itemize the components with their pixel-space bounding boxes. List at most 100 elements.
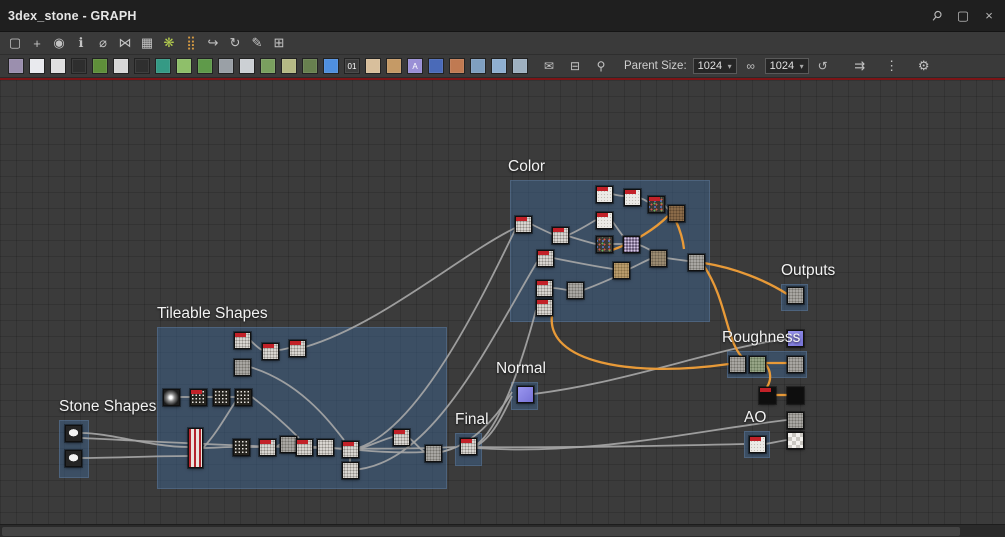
pixel-processor-icon[interactable]: 01	[344, 58, 360, 74]
parent-width-dropdown[interactable]: 1024 ▾	[692, 58, 737, 74]
palette-dots-icon[interactable]: ⣿	[182, 34, 200, 52]
graph-node-white[interactable]	[596, 186, 613, 203]
graph-node-gray[interactable]	[567, 282, 584, 299]
graph-node-colornoise[interactable]	[596, 236, 613, 253]
graph-node-colornoise[interactable]	[648, 196, 665, 213]
fx-map-icon[interactable]	[428, 58, 444, 74]
connector-icon[interactable]: ↪	[204, 34, 222, 52]
bitmap-icon[interactable]	[8, 58, 24, 74]
graph-node-brown2[interactable]	[650, 250, 667, 267]
graph-node-checker[interactable]	[787, 432, 804, 449]
graph-node-noisegreen[interactable]	[749, 356, 766, 373]
camera-icon[interactable]: ◉	[50, 34, 68, 52]
blur-icon[interactable]	[50, 58, 66, 74]
graph-node-gray[interactable]	[280, 436, 297, 453]
graph-node-white[interactable]	[596, 212, 613, 229]
warp-icon[interactable]	[260, 58, 276, 74]
info-icon[interactable]: ℹ	[72, 34, 90, 52]
frame-icon[interactable]: ⊟	[566, 57, 584, 75]
sharpen-icon[interactable]	[134, 58, 150, 74]
gear-icon[interactable]: ⚙	[915, 57, 933, 75]
uniform-color-icon[interactable]	[386, 58, 402, 74]
graph-node-gray[interactable]	[787, 356, 804, 373]
directional-warp-icon[interactable]	[197, 58, 213, 74]
search-icon[interactable]: ⌀	[94, 34, 112, 52]
graph-node-gray[interactable]	[787, 412, 804, 429]
graph-node-gray[interactable]	[234, 359, 251, 376]
svg-icon[interactable]	[29, 58, 45, 74]
passthrough-icon[interactable]	[491, 58, 507, 74]
curvature-icon[interactable]	[449, 58, 465, 74]
graph-node-noise[interactable]	[296, 439, 313, 456]
graph-node-glowdot[interactable]	[163, 389, 180, 406]
graph-node-noise[interactable]	[536, 280, 553, 297]
graph-node-gray[interactable]	[787, 287, 804, 304]
rotate-icon[interactable]: ↻	[226, 34, 244, 52]
graph-node-noise[interactable]	[342, 441, 359, 458]
reset-size-icon[interactable]: ↺	[815, 59, 831, 73]
comment-icon[interactable]: ✉	[540, 57, 558, 75]
curve-icon[interactable]	[92, 58, 108, 74]
grayscale-conversion-icon[interactable]	[281, 58, 297, 74]
close-icon[interactable]: ×	[981, 8, 997, 24]
graph-node-gray[interactable]	[425, 445, 442, 462]
directional-blur-icon[interactable]	[71, 58, 87, 74]
graph-node-brown[interactable]	[668, 205, 685, 222]
graph-node-white[interactable]	[624, 189, 641, 206]
graph-node-tan[interactable]	[613, 262, 630, 279]
pin-node-icon[interactable]: ⚲	[592, 57, 610, 75]
emboss-icon[interactable]	[239, 58, 255, 74]
marquee-select-icon[interactable]: ▢	[6, 34, 24, 52]
graph-node-gray[interactable]	[729, 356, 746, 373]
transformation-icon[interactable]	[365, 58, 381, 74]
graph-node-normalmap[interactable]	[787, 330, 804, 347]
graph-node-noise[interactable]	[515, 216, 532, 233]
graph-node-noise[interactable]	[393, 429, 410, 446]
normal-icon[interactable]	[323, 58, 339, 74]
graph-node-white[interactable]	[749, 436, 766, 453]
graph-node-noise[interactable]	[317, 439, 334, 456]
graph-node-speckle[interactable]	[190, 389, 207, 406]
image-frame-icon[interactable]: ⊞	[270, 34, 288, 52]
text-icon[interactable]: A	[407, 58, 423, 74]
pencil-icon[interactable]: ✎	[248, 34, 266, 52]
hsl-icon[interactable]	[302, 58, 318, 74]
double-chevron-icon[interactable]: ⇉	[851, 57, 869, 75]
move-tool-icon[interactable]: +	[28, 34, 46, 52]
graph-node-blob[interactable]	[65, 425, 82, 442]
vertical-dots-icon[interactable]: ⋮	[883, 57, 901, 75]
graph-node-colornoise2[interactable]	[623, 236, 640, 253]
graph-node-gray[interactable]	[688, 254, 705, 271]
graph-node-noise[interactable]	[536, 299, 553, 316]
distance-icon[interactable]	[218, 58, 234, 74]
graph-node-speckle[interactable]	[233, 439, 250, 456]
link-size-icon[interactable]: ∞	[743, 59, 759, 73]
value-processor-icon[interactable]	[470, 58, 486, 74]
graph-node-speckle[interactable]	[235, 389, 252, 406]
parent-height-dropdown[interactable]: 1024 ▾	[764, 58, 809, 74]
graph-node-noise[interactable]	[460, 438, 477, 455]
graph-node-blob[interactable]	[65, 450, 82, 467]
graph-node-noise[interactable]	[234, 332, 251, 349]
graph-node-speckle[interactable]	[213, 389, 230, 406]
wire[interactable]	[202, 446, 234, 449]
graph-node-noise[interactable]	[537, 250, 554, 267]
graph-node-redstripe[interactable]	[188, 428, 203, 468]
graph-node-noise[interactable]	[552, 227, 569, 244]
grid-snap-icon[interactable]: ▦	[138, 34, 156, 52]
blend-icon[interactable]	[155, 58, 171, 74]
graph-node-normalmap[interactable]	[517, 386, 534, 403]
wire[interactable]	[332, 447, 343, 450]
engine-icon[interactable]: ❋	[160, 34, 178, 52]
link-nodes-icon[interactable]: ⋈	[116, 34, 134, 52]
maximize-icon[interactable]: ▢	[955, 8, 971, 24]
graph-node-noise[interactable]	[342, 462, 359, 479]
graph-node-black[interactable]	[787, 387, 804, 404]
graph-node-noise[interactable]	[259, 439, 276, 456]
graph-node-black[interactable]	[759, 387, 776, 404]
pin-icon[interactable]: ⚲	[929, 6, 946, 24]
graph-node-noise[interactable]	[262, 343, 279, 360]
dot-node-icon[interactable]	[512, 58, 528, 74]
graph-node-noise[interactable]	[289, 340, 306, 357]
gradient-map-icon[interactable]	[176, 58, 192, 74]
